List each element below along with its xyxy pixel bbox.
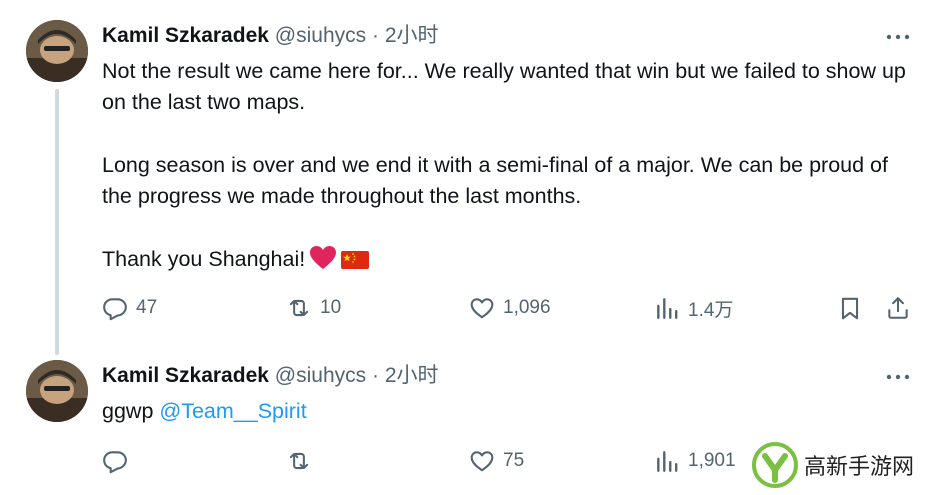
tweet-header: Kamil Szkaradek @siuhycs · 2小时: [102, 23, 439, 49]
retweet-button[interactable]: [286, 445, 320, 477]
views-icon: [657, 451, 678, 472]
tweet-paragraph: Not the result we came here for... We re…: [102, 59, 906, 114]
like-count: 1,096: [503, 297, 551, 318]
like-icon: [470, 451, 494, 472]
more-options-button[interactable]: [884, 367, 912, 387]
author-name[interactable]: Kamil Szkaradek: [102, 364, 269, 387]
timestamp[interactable]: 2小时: [385, 364, 439, 387]
reply-icon: [103, 451, 127, 474]
tweet-paragraph-text: Thank you Shanghai!: [102, 247, 306, 271]
like-count: 75: [503, 450, 525, 471]
separator: ·: [371, 364, 379, 387]
views-icon: [657, 298, 678, 319]
tweet-1[interactable]: Kamil Szkaradek @siuhycs · 2小时 Not the r…: [0, 0, 936, 355]
timestamp[interactable]: 2小时: [385, 24, 439, 47]
tweet-paragraph: Long season is over and we end it with a…: [102, 153, 888, 208]
china-flag-emoji: [341, 249, 370, 280]
share-icon: [888, 297, 908, 319]
reply-button[interactable]: [102, 445, 136, 477]
author-handle[interactable]: @siuhycs: [275, 24, 366, 47]
watermark-logo-icon: [752, 442, 798, 488]
views-button[interactable]: 1.4万: [654, 292, 733, 324]
like-button[interactable]: 75: [469, 445, 524, 477]
mention-link[interactable]: @Team__Spirit: [159, 399, 306, 423]
reply-count: 47: [136, 297, 158, 318]
more-icon: [886, 34, 910, 40]
tweet-text-prefix: ggwp: [102, 399, 160, 423]
separator: ·: [371, 24, 379, 47]
watermark: 高新手游网: [752, 440, 932, 490]
like-icon: [470, 298, 494, 319]
retweet-icon: [289, 452, 309, 470]
share-button[interactable]: [885, 292, 911, 324]
tweet-paragraph-last: Thank you Shanghai!: [102, 244, 922, 280]
tweet-header: Kamil Szkaradek @siuhycs · 2小时: [102, 363, 439, 389]
view-count: 1,901: [688, 450, 736, 471]
tweet-text: ggwp @Team__Spirit: [102, 396, 922, 427]
retweet-icon: [289, 299, 309, 317]
like-button[interactable]: 1,096: [469, 292, 551, 324]
more-icon: [886, 374, 910, 380]
action-bar: 47 10 1,096 1.4万: [0, 292, 936, 324]
bookmark-icon: [841, 297, 859, 320]
retweet-count: 10: [320, 297, 342, 318]
reply-button[interactable]: 47: [102, 292, 157, 324]
watermark-text: 高新手游网: [804, 455, 915, 480]
view-count: 1.4万: [688, 299, 734, 321]
author-name[interactable]: Kamil Szkaradek: [102, 24, 269, 47]
more-options-button[interactable]: [884, 27, 912, 47]
heart-emoji: [309, 245, 337, 280]
reply-icon: [103, 298, 127, 321]
tweet-text: Not the result we came here for... We re…: [102, 56, 922, 280]
retweet-button[interactable]: 10: [286, 292, 341, 324]
avatar[interactable]: [26, 20, 88, 82]
author-handle[interactable]: @siuhycs: [275, 364, 366, 387]
bookmark-button[interactable]: [837, 292, 863, 324]
views-button[interactable]: 1,901: [654, 445, 736, 477]
avatar[interactable]: [26, 360, 88, 422]
